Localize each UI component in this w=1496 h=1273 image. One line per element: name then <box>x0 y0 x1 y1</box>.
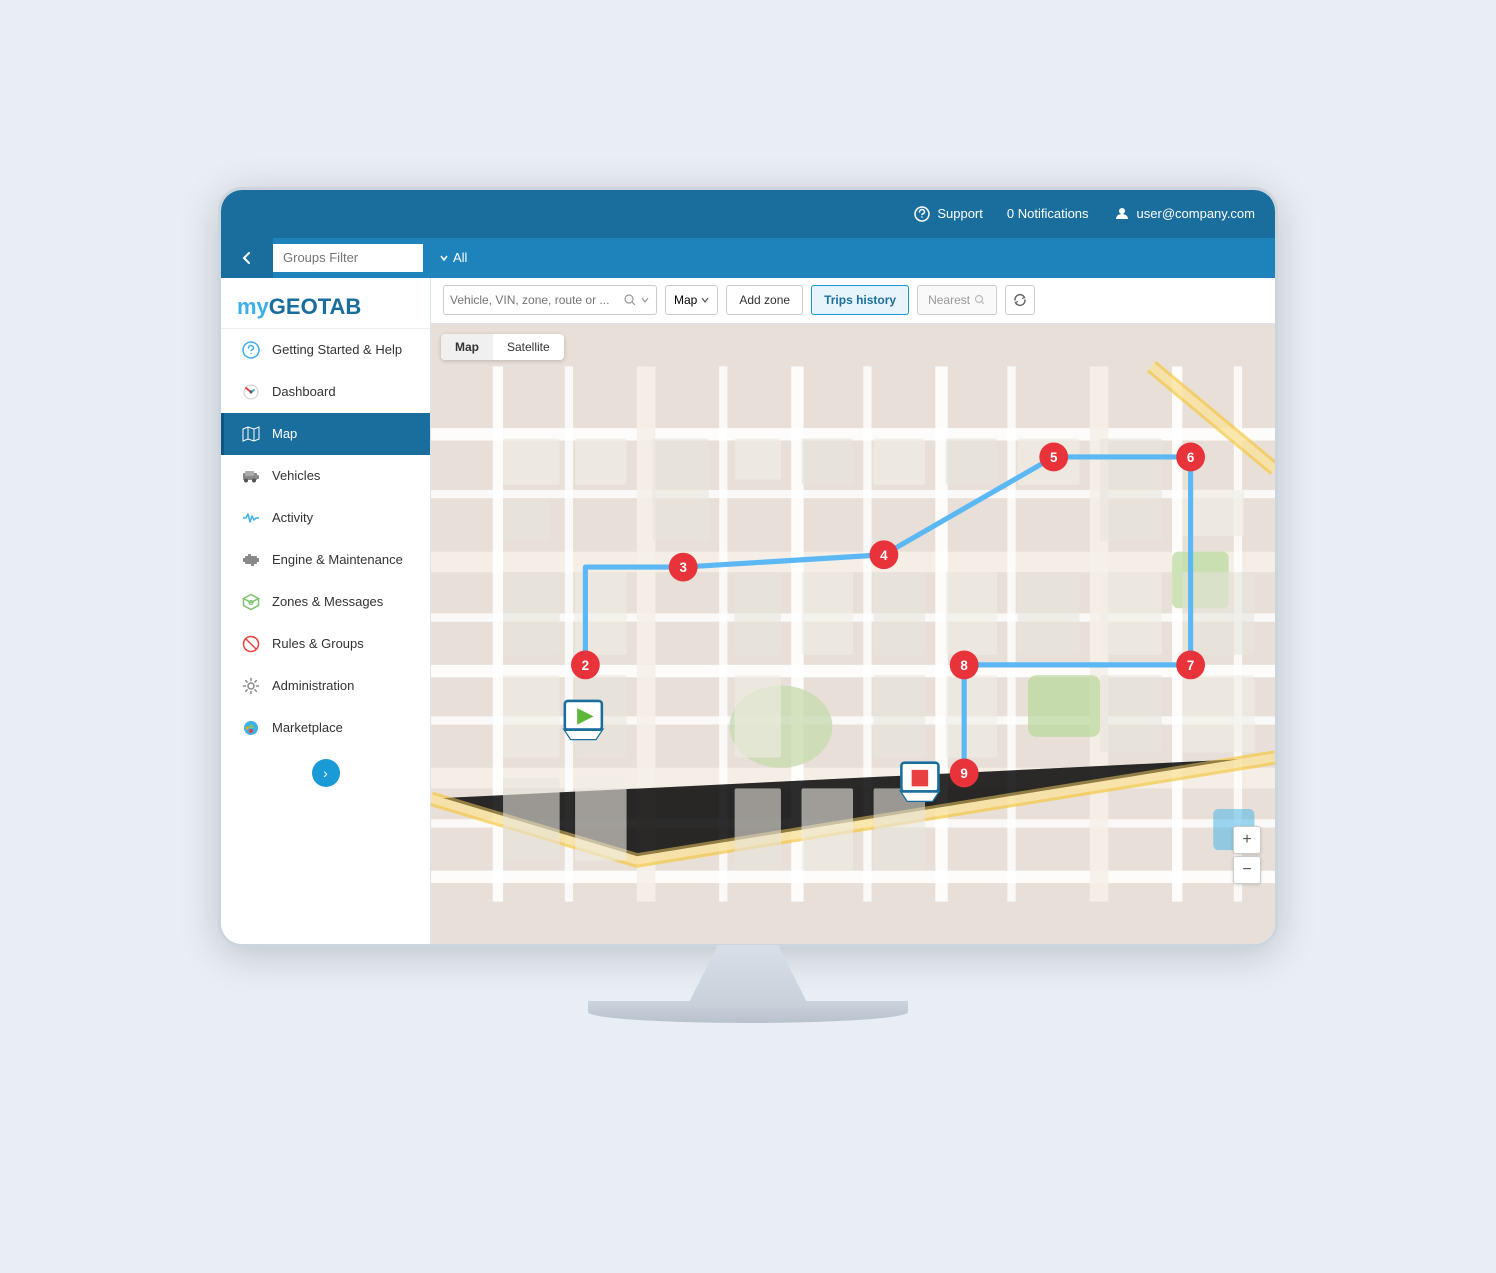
vehicles-icon <box>240 465 262 487</box>
rules-icon <box>240 633 262 655</box>
map-area[interactable]: Map Satellite <box>431 324 1275 944</box>
nearest-search-icon <box>974 294 986 306</box>
zoom-controls: + − <box>1233 826 1261 884</box>
monitor-body: Support 0 Notifications user@company.com <box>218 187 1278 947</box>
sidebar-item-dashboard[interactable]: Dashboard <box>221 371 430 413</box>
logo-my: my <box>237 294 269 319</box>
getting-started-label: Getting Started & Help <box>272 342 402 357</box>
sidebar-item-map[interactable]: Map <box>221 413 430 455</box>
toolbar: Map Add zone Trips history Nearest <box>431 278 1275 324</box>
second-bar: All <box>221 238 1275 278</box>
all-dropdown[interactable]: All <box>439 250 467 265</box>
zones-icon <box>240 591 262 613</box>
nearest-button[interactable]: Nearest <box>917 285 997 315</box>
svg-text:6: 6 <box>1187 450 1194 465</box>
sidebar-item-activity[interactable]: Activity <box>221 497 430 539</box>
map-dropdown-arrow <box>701 296 709 304</box>
zones-label: Zones & Messages <box>272 594 383 609</box>
logo: myGEOTAB <box>237 294 414 320</box>
svg-text:7: 7 <box>1187 658 1194 673</box>
refresh-icon <box>1013 293 1027 307</box>
map-svg: 2 3 4 5 6 <box>431 324 1275 944</box>
sidebar-item-zones[interactable]: Zones & Messages <box>221 581 430 623</box>
nearest-label: Nearest <box>928 293 970 307</box>
notifications-label: 0 Notifications <box>1007 206 1089 221</box>
add-zone-button[interactable]: Add zone <box>726 285 803 315</box>
user-item[interactable]: user@company.com <box>1113 205 1255 223</box>
notifications-item[interactable]: 0 Notifications <box>1007 206 1089 221</box>
user-icon <box>1113 205 1131 223</box>
sidebar-item-rules[interactable]: Rules & Groups <box>221 623 430 665</box>
sidebar-item-marketplace[interactable]: Marketplace <box>221 707 430 749</box>
svg-text:5: 5 <box>1050 450 1058 465</box>
logo-area: myGEOTAB <box>221 278 430 329</box>
map-dropdown[interactable]: Map <box>665 285 718 315</box>
zoom-out-button[interactable]: − <box>1233 856 1261 884</box>
map-icon <box>240 423 262 445</box>
support-item[interactable]: Support <box>913 205 983 223</box>
back-button[interactable] <box>221 238 273 278</box>
logo-geotab: GEOTAB <box>269 294 361 319</box>
dashboard-label: Dashboard <box>272 384 336 399</box>
search-icon <box>624 294 636 306</box>
sidebar-item-getting-started[interactable]: Getting Started & Help <box>221 329 430 371</box>
svg-text:8: 8 <box>960 658 968 673</box>
main-content: myGEOTAB Getting Started & Help <box>221 278 1275 944</box>
search-wrap <box>443 285 657 315</box>
svg-text:4: 4 <box>880 547 888 562</box>
right-panel: Map Add zone Trips history Nearest <box>431 278 1275 944</box>
collapse-sidebar-button[interactable]: › <box>312 759 340 787</box>
all-label: All <box>453 250 467 265</box>
sidebar-item-administration[interactable]: Administration <box>221 665 430 707</box>
marketplace-label: Marketplace <box>272 720 343 735</box>
map-toggle: Map Satellite <box>441 334 564 360</box>
monitor-wrapper: Support 0 Notifications user@company.com <box>198 187 1298 1087</box>
sidebar: myGEOTAB Getting Started & Help <box>221 278 431 944</box>
svg-text:2: 2 <box>582 658 589 673</box>
refresh-button[interactable] <box>1005 285 1035 315</box>
support-icon <box>913 205 931 223</box>
monitor-stand <box>648 945 848 1005</box>
engine-icon <box>240 549 262 571</box>
map-label: Map <box>272 426 297 441</box>
dropdown-arrow-icon <box>640 295 650 305</box>
satellite-view-button[interactable]: Satellite <box>493 334 564 360</box>
map-dropdown-label: Map <box>674 293 697 307</box>
sidebar-item-vehicles[interactable]: Vehicles <box>221 455 430 497</box>
gear-icon <box>240 675 262 697</box>
top-bar: Support 0 Notifications user@company.com <box>221 190 1275 238</box>
dashboard-icon <box>240 381 262 403</box>
trips-history-button[interactable]: Trips history <box>811 285 909 315</box>
zoom-in-button[interactable]: + <box>1233 826 1261 854</box>
user-email: user@company.com <box>1137 206 1255 221</box>
svg-text:9: 9 <box>960 766 967 781</box>
sidebar-item-engine[interactable]: Engine & Maintenance <box>221 539 430 581</box>
administration-label: Administration <box>272 678 354 693</box>
question-icon <box>240 339 262 361</box>
vehicles-label: Vehicles <box>272 468 320 483</box>
svg-text:3: 3 <box>679 560 686 575</box>
groups-filter-input[interactable] <box>273 244 423 272</box>
activity-icon <box>240 507 262 529</box>
rules-label: Rules & Groups <box>272 636 364 651</box>
search-input[interactable] <box>450 293 620 307</box>
engine-label: Engine & Maintenance <box>272 552 403 567</box>
marketplace-icon <box>240 717 262 739</box>
screen: Support 0 Notifications user@company.com <box>221 190 1275 944</box>
map-view-button[interactable]: Map <box>441 334 493 360</box>
activity-label: Activity <box>272 510 313 525</box>
support-label: Support <box>937 206 983 221</box>
